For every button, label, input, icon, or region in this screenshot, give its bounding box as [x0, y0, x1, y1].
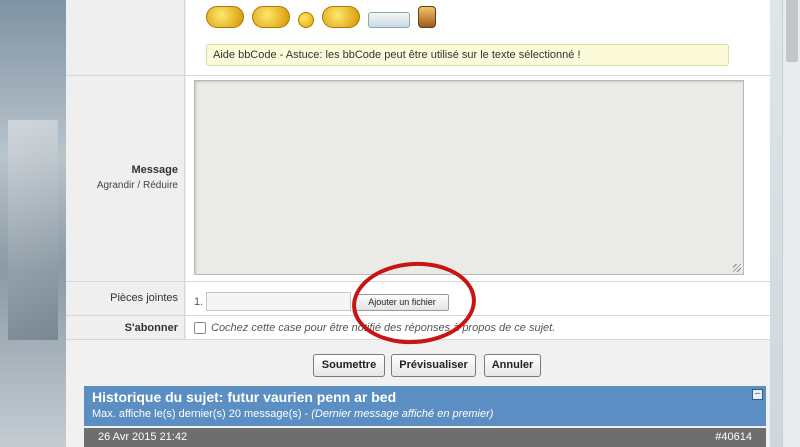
- resize-grip-icon[interactable]: [733, 264, 741, 272]
- add-file-button[interactable]: Ajouter un fichier: [355, 294, 449, 311]
- reply-form: Aide bbCode - Astuce: les bbCode peut êt…: [66, 0, 770, 447]
- attachment-index: 1.: [194, 296, 204, 308]
- smiley-icon[interactable]: [298, 12, 314, 28]
- post-date: 26 Avr 2015 21:42: [98, 431, 188, 443]
- reduce-link[interactable]: Réduire: [143, 180, 178, 191]
- topic-history-title: Historique du sujet: futur vaurien penn …: [92, 389, 397, 405]
- submit-button[interactable]: Soumettre: [313, 354, 385, 377]
- subscribe-checkbox[interactable]: [194, 322, 206, 334]
- lifebuoy-smiley-icon[interactable]: [206, 6, 244, 28]
- history-subtitle-text: Max. affiche le(s) dernier(s) 20 message…: [92, 408, 312, 420]
- cancel-button[interactable]: Annuler: [484, 354, 541, 377]
- preview-button[interactable]: Prévisualiser: [391, 354, 476, 377]
- smileys-value-cell: Aide bbCode - Astuce: les bbCode peut êt…: [186, 0, 770, 75]
- scrollbar-thumb[interactable]: [786, 0, 798, 62]
- resize-links: Agrandir / Réduire: [66, 180, 178, 191]
- titanic-ship-smiley-icon[interactable]: [368, 12, 410, 28]
- bbcode-help-bar: Aide bbCode - Astuce: les bbCode peut êt…: [206, 44, 729, 66]
- message-label-cell: [66, 76, 185, 281]
- enlarge-link[interactable]: Agrandir: [97, 180, 135, 191]
- post-id-link[interactable]: #40614: [715, 431, 752, 443]
- smiley-list: [206, 0, 436, 28]
- background-photo-left: [0, 0, 66, 447]
- page-scrollbar[interactable]: [782, 0, 800, 447]
- smileys-label-cell: [66, 0, 185, 75]
- message-textarea[interactable]: [194, 80, 744, 275]
- attachment-file-field[interactable]: [206, 292, 351, 311]
- resize-separator: /: [137, 180, 141, 191]
- collapse-icon[interactable]: –: [752, 389, 763, 400]
- smileys-row: Aide bbCode - Astuce: les bbCode peut êt…: [66, 0, 770, 76]
- post-header-bar: 26 Avr 2015 21:42 #40614: [84, 428, 766, 447]
- message-label: Message: [131, 164, 178, 176]
- barrel-smiley-icon[interactable]: [418, 6, 436, 28]
- rowing-boat-smiley-icon[interactable]: [252, 6, 290, 28]
- topic-history-subtitle: Max. affiche le(s) dernier(s) 20 message…: [92, 408, 493, 420]
- subscribe-label: S'abonner: [124, 322, 178, 334]
- history-subtitle-note: (Dernier message affiché en premier): [311, 408, 494, 420]
- topic-history-header: Historique du sujet: futur vaurien penn …: [84, 386, 766, 426]
- sail-image: [8, 120, 58, 340]
- attachments-label: Pièces jointes: [110, 292, 178, 304]
- pirate-smiley-icon[interactable]: [322, 6, 360, 28]
- subscribe-checkbox-label[interactable]: Cochez cette case pour être notifié des …: [211, 322, 555, 334]
